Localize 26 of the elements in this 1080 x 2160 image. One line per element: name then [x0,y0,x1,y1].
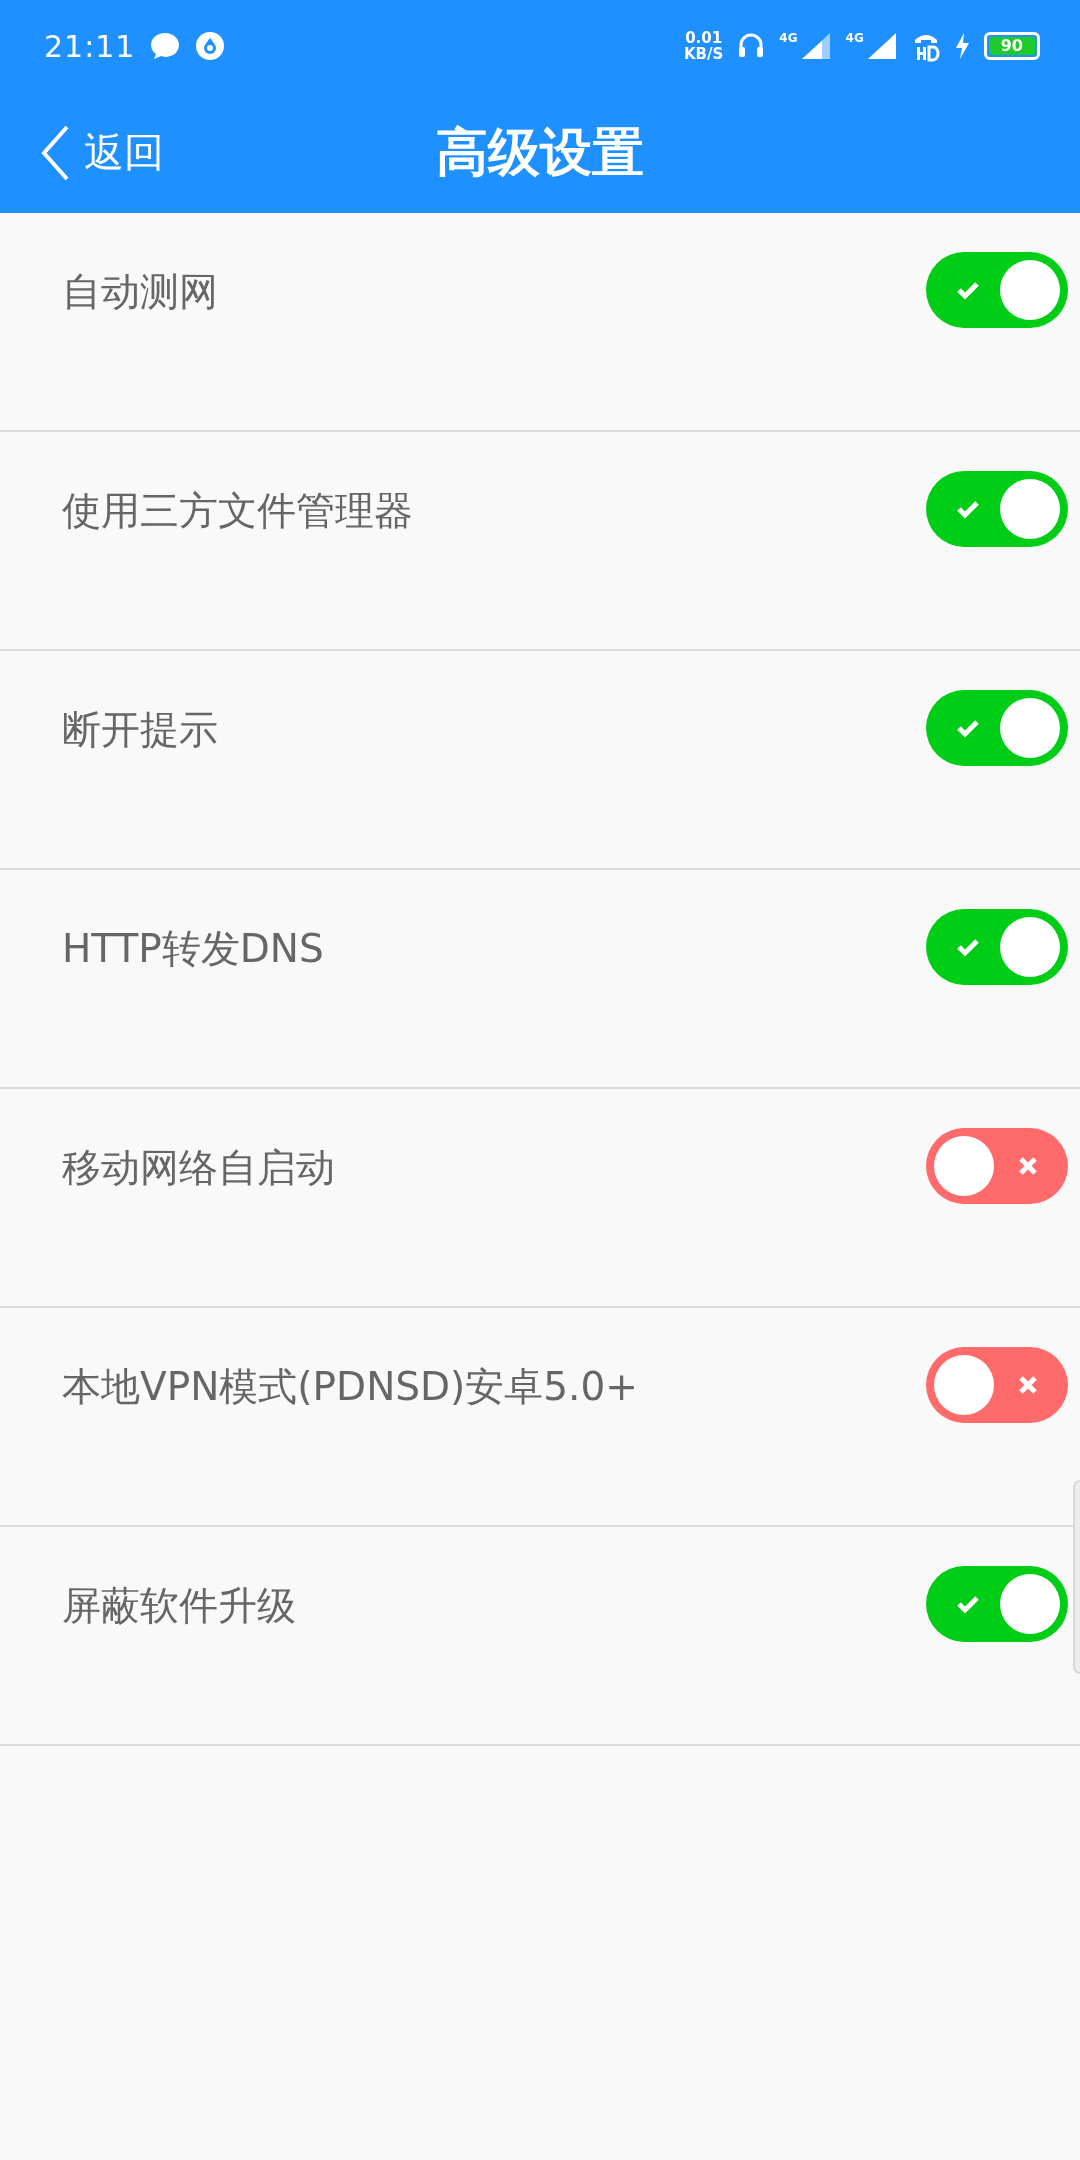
back-button[interactable]: 返回 [40,123,164,182]
check-icon [956,280,980,300]
clock: 21:11 [44,28,136,64]
edge-handle[interactable] [1073,1480,1080,1674]
page-title: 高级设置 [436,121,644,182]
network-speed: 0.01 KB/S [684,30,724,62]
setting-label: 使用三方文件管理器 [62,487,414,535]
setting-label: 屏蔽软件升级 [62,1582,297,1630]
check-icon [956,937,980,957]
check-icon [956,718,980,738]
check-icon [956,499,980,519]
chat-bubble-icon [149,31,182,61]
setting-label: 本地VPN模式(PDNSD)安卓5.0+ [62,1363,639,1411]
setting-label: 断开提示 [62,706,219,754]
setting-label: HTTP转发DNS [62,925,325,973]
chevron-left-icon [40,123,70,182]
network-type: 4G [779,31,798,45]
drop-icon [195,31,226,61]
cross-icon [1018,1375,1038,1395]
setting-label: 移动网络自启动 [62,1144,336,1192]
check-icon [956,1594,980,1614]
setting-label: 自动测网 [62,268,219,316]
battery-indicator: 90 [983,32,1040,60]
charging-icon [953,32,970,60]
cross-icon [1018,1156,1038,1176]
network-type: 4G [845,31,864,45]
